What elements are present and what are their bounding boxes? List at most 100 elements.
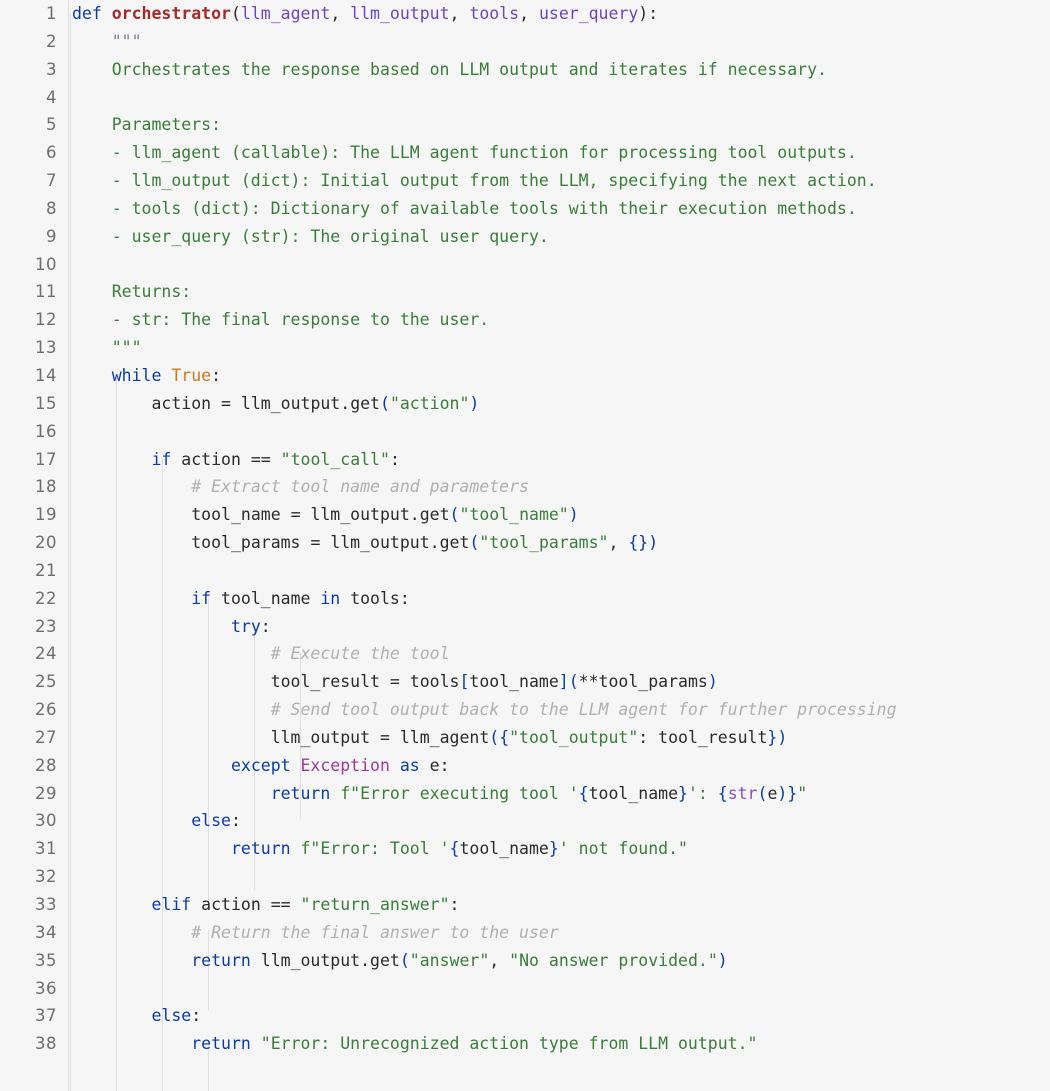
code-line-text: - user_query (str): The original user qu…: [70, 223, 1050, 251]
code-line[interactable]: - llm_output (dict): Initial output from…: [70, 167, 1050, 195]
code-line[interactable]: return f"Error executing tool '{tool_nam…: [70, 780, 1050, 808]
token-punc: ,: [608, 533, 629, 553]
token-str: "tool_name": [459, 505, 569, 525]
token-ident: tool_name: [469, 672, 559, 692]
token-kw: as: [399, 755, 430, 775]
code-line[interactable]: # Return the final answer to the user: [70, 919, 1050, 947]
code-line[interactable]: tool_result = tools[tool_name](**tool_pa…: [70, 668, 1050, 696]
code-line[interactable]: Orchestrates the response based on LLM o…: [70, 56, 1050, 84]
token-kw: in: [320, 588, 351, 608]
code-line-text: Parameters:: [70, 111, 1050, 139]
code-line[interactable]: llm_output = llm_agent({"tool_output": t…: [70, 724, 1050, 752]
token-bltn: True: [171, 365, 212, 385]
token-fname: orchestrator: [111, 4, 231, 23]
code-line[interactable]: - user_query (str): The original user qu…: [70, 223, 1050, 251]
token-cmt: # Extract tool name and parameters: [191, 477, 529, 497]
line-number: 27: [35, 727, 57, 747]
token-punc: :: [399, 588, 410, 608]
code-line[interactable]: else:: [70, 1002, 1050, 1030]
code-line-text: elif action == "return_answer":: [70, 891, 1050, 919]
code-line[interactable]: # Extract tool name and parameters: [70, 473, 1050, 501]
code-line[interactable]: # Send tool output back to the LLM agent…: [70, 696, 1050, 724]
line-number: 36: [35, 978, 57, 998]
token-brk: {}: [628, 533, 649, 553]
code-line[interactable]: return f"Error: Tool '{tool_name}' not f…: [70, 835, 1050, 863]
token-doc: Parameters:: [72, 115, 222, 135]
line-number: 15: [35, 393, 57, 413]
line-number: 22: [35, 588, 57, 608]
code-line-text: # Return the final answer to the user: [70, 919, 1050, 947]
line-number: 11: [35, 282, 57, 302]
code-line[interactable]: [70, 863, 1050, 891]
code-line-text: action = llm_output.get("action"): [70, 390, 1050, 418]
token-punc: .: [340, 393, 351, 413]
code-line[interactable]: return llm_output.get("answer", "No answ…: [70, 947, 1050, 975]
code-line[interactable]: if action == "tool_call":: [70, 446, 1050, 474]
code-content-area[interactable]: def orchestrator(llm_agent, llm_output, …: [70, 0, 1050, 1091]
code-line[interactable]: [70, 84, 1050, 112]
token-ident: get: [370, 950, 400, 970]
code-line-text: def orchestrator(llm_agent, llm_output, …: [70, 0, 1050, 28]
code-line-text: Orchestrates the response based on LLM o…: [70, 56, 1050, 84]
token-punc: (: [230, 4, 241, 23]
line-number: 7: [46, 171, 57, 191]
code-line[interactable]: [70, 975, 1050, 1003]
code-line[interactable]: """: [70, 28, 1050, 56]
code-line[interactable]: tool_params = llm_output.get("tool_param…: [70, 529, 1050, 557]
code-line[interactable]: Parameters:: [70, 111, 1050, 139]
token-op: =: [389, 672, 410, 692]
code-line[interactable]: def orchestrator(llm_agent, llm_output, …: [70, 0, 1050, 28]
token-brk: (: [380, 393, 390, 413]
code-line[interactable]: [70, 418, 1050, 446]
token-ident: get: [419, 505, 450, 525]
token-str: "answer": [409, 950, 490, 970]
code-line[interactable]: - tools (dict): Dictionary of available …: [70, 195, 1050, 223]
token-ident: tool_params: [598, 672, 708, 692]
token-str: ':: [687, 783, 718, 803]
code-line[interactable]: - str: The final response to the user.: [70, 306, 1050, 334]
code-line[interactable]: elif action == "return_answer":: [70, 891, 1050, 919]
token-ident: llm_output: [330, 533, 430, 553]
token-ident: tool_result: [270, 672, 390, 692]
line-number: 25: [35, 672, 57, 692]
code-line[interactable]: [70, 557, 1050, 585]
code-line[interactable]: action = llm_output.get("action"): [70, 390, 1050, 418]
line-number: 23: [35, 616, 57, 636]
code-line[interactable]: Returns:: [70, 278, 1050, 306]
line-number: 3: [46, 59, 57, 79]
code-line[interactable]: while True:: [70, 362, 1050, 390]
token-str: ": [797, 783, 808, 803]
line-number: 38: [35, 1034, 57, 1054]
token-op: ==: [250, 449, 281, 469]
token-punc: :: [449, 895, 460, 914]
code-line[interactable]: except Exception as e:: [70, 752, 1050, 780]
code-line[interactable]: [70, 251, 1050, 279]
token-cmt: # Return the final answer to the user: [191, 922, 559, 942]
token-brk: (: [757, 783, 768, 803]
line-number: 8: [46, 198, 57, 218]
token-punc: :: [439, 755, 450, 775]
code-line-text: - llm_agent (callable): The LLM agent fu…: [70, 139, 1050, 167]
code-line[interactable]: # Execute the tool: [70, 640, 1050, 668]
token-op: =: [310, 533, 331, 553]
token-brk: (: [568, 672, 579, 692]
code-line[interactable]: tool_name = llm_output.get("tool_name"): [70, 501, 1050, 529]
code-line[interactable]: else:: [70, 807, 1050, 835]
code-line[interactable]: try:: [70, 613, 1050, 641]
line-number: 13: [35, 338, 57, 358]
token-brk: {: [499, 727, 510, 747]
token-ident: action: [181, 449, 251, 469]
code-line[interactable]: if tool_name in tools:: [70, 585, 1050, 613]
code-line[interactable]: return "Error: Unrecognized action type …: [70, 1030, 1050, 1058]
code-line[interactable]: - llm_agent (callable): The LLM agent fu…: [70, 139, 1050, 167]
token-brk: {: [578, 783, 589, 803]
code-line[interactable]: """: [70, 334, 1050, 362]
line-number: 35: [35, 950, 57, 970]
code-line-text: # Execute the tool: [70, 640, 1050, 668]
token-param: llm_output: [350, 4, 450, 23]
